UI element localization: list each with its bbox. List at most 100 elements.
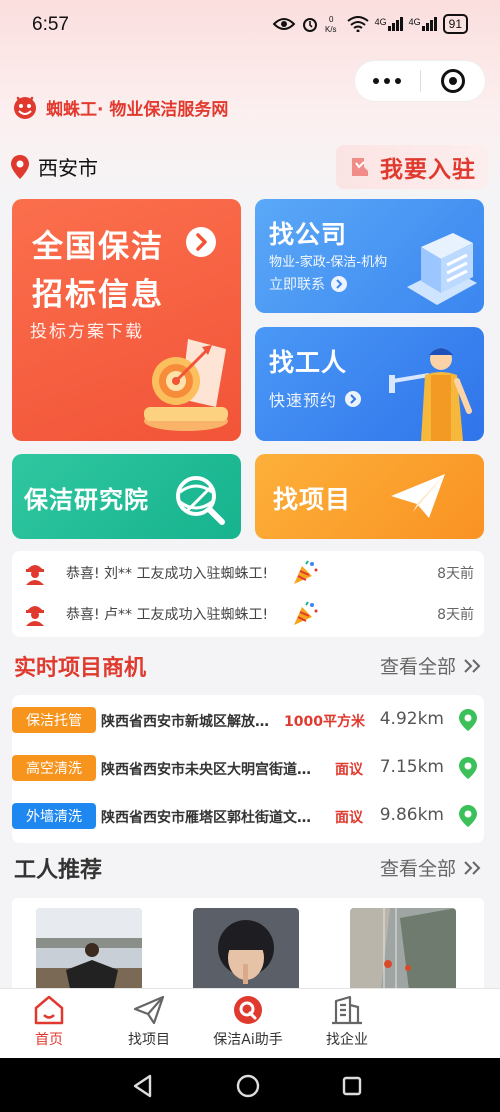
tab-label: 找项目	[128, 1032, 170, 1048]
opportunity-tag: 外墙清洗	[12, 803, 96, 829]
tender-title-line2: 招标信息	[32, 277, 164, 313]
worker-avatar-icon	[26, 606, 44, 626]
system-navigation-bar	[0, 1058, 500, 1112]
globe-search-icon	[176, 476, 225, 525]
opportunity-address: 陕西省西安市新城区解放…	[101, 714, 269, 730]
paper-plane-icon	[391, 474, 445, 518]
tab-label: 首页	[35, 1032, 63, 1048]
workers-view-all-link[interactable]: 查看全部	[380, 854, 482, 881]
building-illustration-icon	[407, 233, 477, 305]
miniprogram-capsule	[354, 60, 486, 102]
svg-text:0: 0	[329, 15, 334, 24]
worker-photo[interactable]	[350, 908, 456, 998]
spider-logo-icon	[14, 96, 36, 119]
tab-home[interactable]: 首页	[0, 995, 104, 1055]
institute-title: 保洁研究院	[24, 486, 149, 514]
notice-text: 恭喜! 卢** 工友成功入驻蜘蛛工!	[66, 607, 269, 623]
tab-label: 保洁Ai助手	[213, 1032, 283, 1048]
ai-assistant-icon	[234, 996, 262, 1024]
brand-name: 蜘蛛工· 物业保洁服务网	[46, 99, 229, 120]
more-menu-button[interactable]	[355, 60, 420, 102]
view-all-label: 查看全部	[379, 858, 456, 880]
opportunity-distance: 4.92km	[379, 709, 444, 729]
location-pin-icon	[11, 154, 29, 179]
building-icon	[332, 995, 362, 1025]
notice-item: 恭喜! 卢** 工友成功入驻蜘蛛工! 8天前	[12, 594, 484, 634]
worker-avatar-icon	[26, 565, 44, 585]
status-icons: 0 K/s 4G 4G 91	[272, 14, 468, 34]
worker-photo[interactable]	[193, 908, 299, 998]
worker-action: 快速预约	[269, 387, 362, 411]
opportunity-price: 面议	[335, 762, 363, 778]
opportunities-view-all-link[interactable]: 查看全部	[380, 652, 482, 679]
tender-subtitle: 投标方案下载	[30, 322, 144, 342]
opportunity-address: 陕西省西安市未央区大明宫街道…	[101, 762, 311, 778]
join-label: 我要入驻	[380, 157, 476, 183]
bottom-tab-bar: 首页 找项目 保洁Ai助手 找企业	[0, 988, 500, 1058]
opportunity-row[interactable]: 保洁托管 陕西省西安市新城区解放… 1000平方米 4.92km	[12, 698, 484, 738]
opportunity-row[interactable]: 外墙清洗 陕西省西安市雁塔区郭杜街道文… 面议 9.86km	[12, 794, 484, 834]
join-notices: 恭喜! 刘** 工友成功入驻蜘蛛工! 8天前 恭喜! 卢** 工友成功入驻蜘蛛工…	[12, 551, 484, 637]
company-title: 找公司	[269, 220, 348, 249]
opportunity-distance: 7.15km	[379, 757, 444, 777]
opportunity-tag: 高空清洗	[12, 755, 96, 781]
status-bar: 6:57 0 K/s 4G 4G 91	[0, 0, 500, 52]
city-name: 西安市	[38, 156, 98, 180]
target-illustration-icon	[144, 339, 228, 431]
workers-title: 工人推荐	[14, 858, 103, 883]
project-title: 找项目	[273, 485, 352, 514]
chevron-right-circle-icon	[186, 227, 216, 257]
alarm-icon	[302, 18, 317, 32]
close-miniprogram-button[interactable]	[421, 60, 486, 102]
shield-icon	[352, 158, 368, 176]
party-popper-icon	[294, 601, 318, 625]
send-icon	[133, 995, 165, 1025]
double-chevron-right-icon	[464, 860, 481, 875]
map-pin-icon	[459, 757, 477, 779]
company-action-label: 立即联系	[269, 277, 325, 293]
tender-title-line1: 全国保洁	[32, 229, 164, 265]
map-pin-icon	[459, 709, 477, 731]
home-icon	[34, 995, 64, 1025]
opportunities-title: 实时项目商机	[14, 656, 147, 681]
notice-text: 恭喜! 刘** 工友成功入驻蜘蛛工!	[66, 566, 269, 582]
company-action: 立即联系	[269, 274, 347, 294]
home-circle-icon[interactable]	[236, 1074, 260, 1098]
worker-action-label: 快速预约	[269, 391, 338, 410]
tab-find-enterprise[interactable]: 找企业	[292, 995, 402, 1055]
recents-icon[interactable]	[342, 1076, 362, 1096]
worker-photo[interactable]	[36, 908, 142, 998]
tender-info-card[interactable]: 全国保洁 招标信息 投标方案下载	[12, 199, 241, 441]
notice-time: 8天前	[437, 566, 474, 582]
opportunities-list: 保洁托管 陕西省西安市新城区解放… 1000平方米 4.92km 高空清洗 陕西…	[12, 695, 484, 843]
eye-icon	[272, 18, 295, 30]
double-chevron-right-icon	[464, 658, 481, 673]
map-pin-icon	[459, 805, 477, 827]
notice-item: 恭喜! 刘** 工友成功入驻蜘蛛工! 8天前	[12, 553, 484, 593]
notice-time: 8天前	[437, 607, 474, 623]
opportunity-row[interactable]: 高空清洗 陕西省西安市未央区大明宫街道… 面议 7.15km	[12, 746, 484, 786]
party-popper-icon	[294, 560, 318, 584]
opportunity-distance: 9.86km	[379, 805, 444, 825]
brand-header: 蜘蛛工· 物业保洁服务网	[10, 92, 228, 122]
location-selector[interactable]: 西安市	[10, 152, 98, 181]
back-icon[interactable]	[132, 1074, 154, 1098]
chevron-right-icon	[331, 276, 347, 292]
join-button[interactable]: 我要入驻	[336, 145, 488, 189]
find-worker-card[interactable]: 找工人 快速预约	[255, 327, 484, 441]
find-project-card[interactable]: 找项目	[255, 454, 484, 539]
tab-find-project[interactable]: 找项目	[94, 995, 204, 1055]
opportunity-tag: 保洁托管	[12, 707, 96, 733]
cleaning-institute-card[interactable]: 保洁研究院	[12, 454, 241, 539]
status-time: 6:57	[32, 14, 69, 35]
tab-ai-assistant[interactable]: 保洁Ai助手	[193, 995, 303, 1055]
battery-indicator: 91	[442, 14, 468, 34]
view-all-label: 查看全部	[379, 656, 456, 678]
opportunity-price: 1000平方米	[284, 714, 365, 730]
wifi-icon	[346, 16, 369, 32]
signal-icon-1: 4G	[375, 17, 403, 31]
tab-label: 找企业	[326, 1032, 368, 1048]
find-company-card[interactable]: 找公司 物业-家政-保洁-机构 立即联系	[255, 199, 484, 313]
svg-text:K/s: K/s	[325, 25, 337, 34]
worker-title: 找工人	[269, 348, 348, 377]
